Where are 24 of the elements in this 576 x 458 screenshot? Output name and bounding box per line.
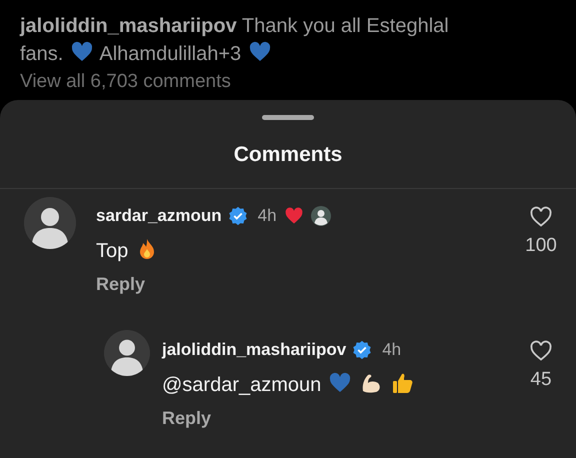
like-heart-icon[interactable]	[529, 205, 553, 229]
author-avatar-icon	[310, 206, 331, 226]
comment-text: Thank you all Esteghlal	[242, 15, 449, 37]
thumbs-up-icon	[390, 371, 415, 395]
heart-emoji-icon	[70, 40, 94, 64]
like-count: 100	[525, 235, 557, 257]
drag-handle[interactable]	[262, 115, 314, 120]
timestamp: 4h	[382, 340, 402, 360]
comment-text: Alhamdulillah+3	[99, 43, 242, 65]
heart-emoji-icon	[328, 371, 352, 395]
view-all-comments-link[interactable]: View all 6,703 comments	[20, 70, 556, 94]
like-count: 45	[530, 369, 552, 391]
heart-emoji-icon	[248, 40, 272, 64]
sheet-title: Comments	[234, 143, 342, 166]
comment-text: Top	[96, 240, 128, 262]
like-heart-icon[interactable]	[529, 339, 553, 363]
username[interactable]: jaloliddin_mashariipov	[162, 340, 346, 360]
reply-link[interactable]: Reply	[96, 274, 146, 295]
reply-link[interactable]: Reply	[162, 408, 212, 429]
timestamp: 4h	[258, 206, 277, 226]
username[interactable]: sardar_azmoun	[96, 206, 222, 226]
username[interactable]: jaloliddin_mashariipov	[20, 15, 237, 37]
comment-text: fans.	[20, 43, 64, 65]
comment-text: @sardar_azmoun	[162, 374, 322, 396]
